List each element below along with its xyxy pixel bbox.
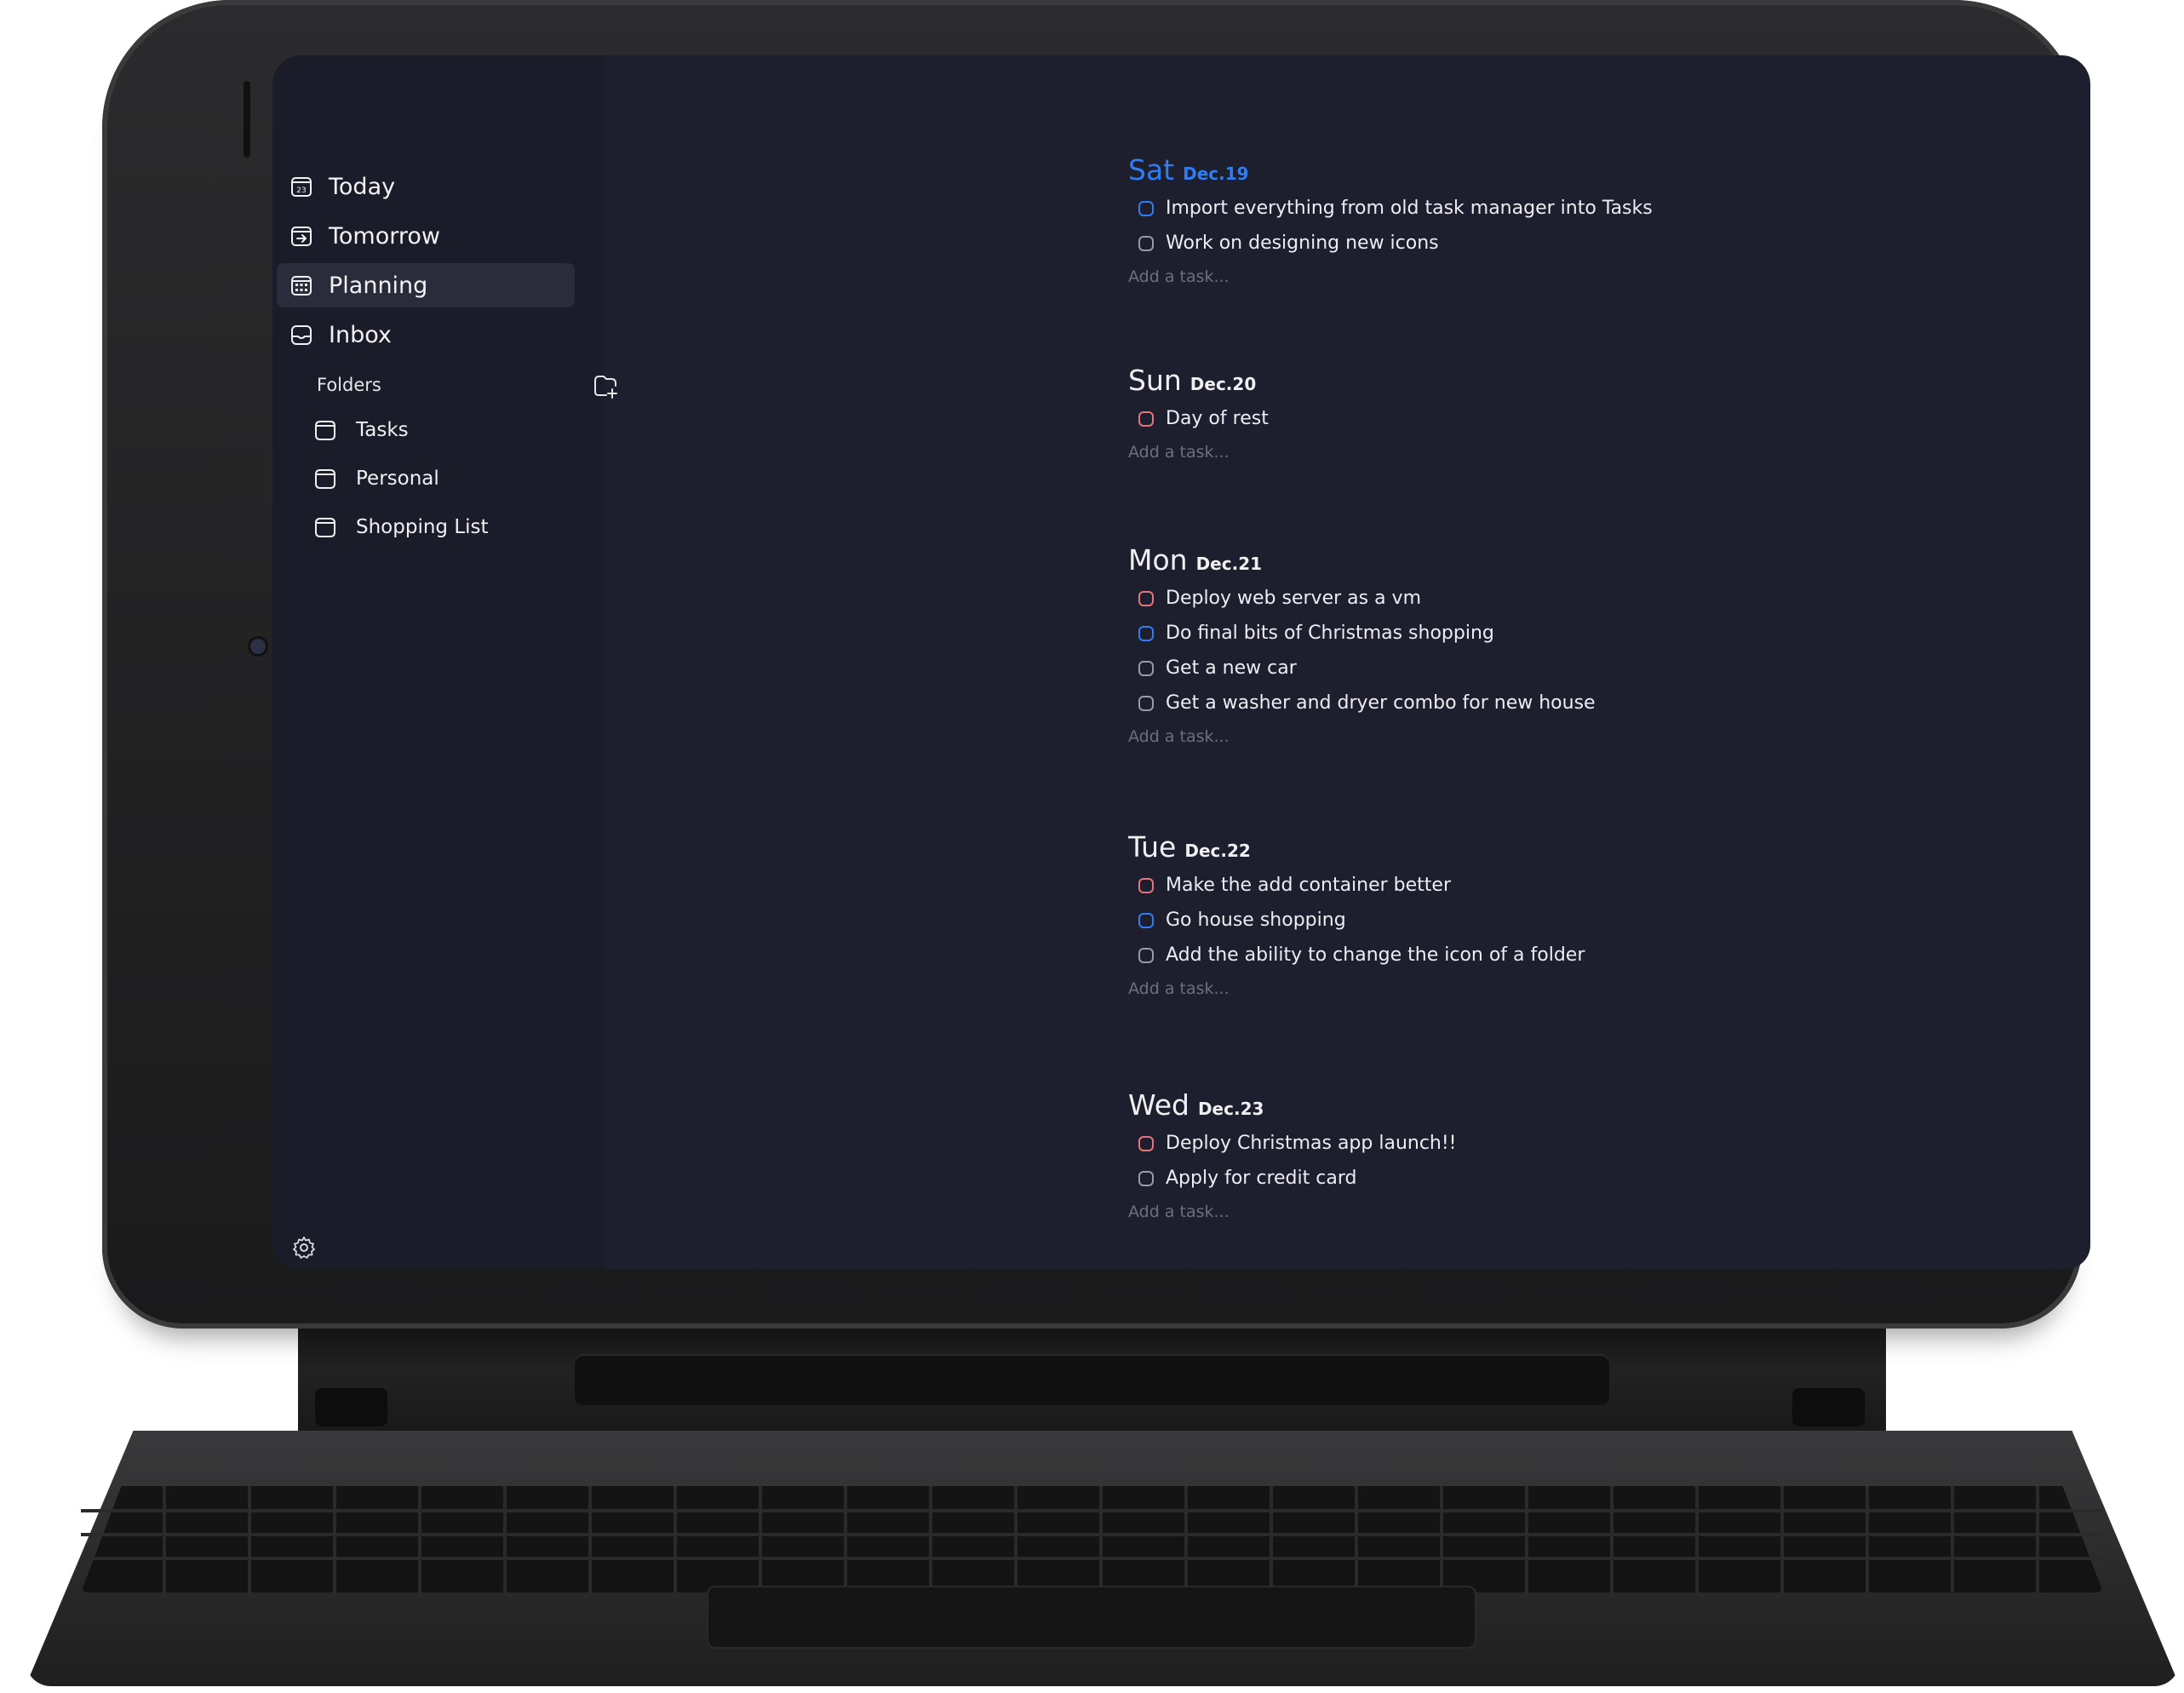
keyboard-keys (81, 1486, 2103, 1593)
tablet-side-button (244, 81, 250, 158)
task-checkbox[interactable] (1138, 1170, 1154, 1186)
task-row[interactable]: Deploy Christmas app launch!! (1128, 1126, 1457, 1161)
task-text: Get a new car (1166, 657, 1297, 679)
task-row[interactable]: Day of rest (1128, 401, 1269, 436)
settings-gear-icon[interactable] (291, 1235, 317, 1260)
tablet-frame: 23 Today Tomorrow Planning Inbox Folders… (102, 0, 2090, 1329)
task-checkbox[interactable] (1138, 625, 1154, 641)
day-name: Wed (1128, 1088, 1189, 1122)
task-checkbox[interactable] (1138, 590, 1154, 606)
task-row[interactable]: Go house shopping (1128, 903, 1585, 938)
day-date: Dec.21 (1195, 554, 1263, 574)
day-section-sat: Sat Dec.19 Import everything from old ta… (1128, 153, 1653, 293)
add-task-input[interactable]: Add a task... (1128, 973, 1585, 1005)
nav-planning[interactable]: Planning (277, 263, 575, 307)
day-date: Dec.20 (1189, 374, 1257, 394)
task-row[interactable]: Get a washer and dryer combo for new hou… (1128, 686, 1596, 720)
task-checkbox[interactable] (1138, 1135, 1154, 1151)
task-checkbox[interactable] (1138, 660, 1154, 676)
task-text: Apply for credit card (1166, 1168, 1357, 1189)
day-section-tue: Tue Dec.22 Make the add container better… (1128, 830, 1585, 1005)
planning-view: Sat Dec.19 Import everything from old ta… (605, 55, 2090, 1269)
folder-item-tasks[interactable]: Tasks (313, 411, 409, 449)
task-text: Deploy web server as a vm (1166, 588, 1422, 609)
front-camera (250, 639, 266, 654)
calendar-arrow-icon (291, 227, 312, 246)
task-row[interactable]: Apply for credit card (1128, 1161, 1457, 1196)
day-name: Sun (1128, 364, 1182, 397)
day-section-wed: Wed Dec.23 Deploy Christmas app launch!!… (1128, 1088, 1457, 1228)
folder-label-tasks: Tasks (356, 419, 409, 441)
day-header: Sat Dec.19 (1128, 153, 1653, 191)
task-text: Import everything from old task manager … (1166, 198, 1653, 219)
day-header: Wed Dec.23 (1128, 1088, 1457, 1126)
calendar-today-icon: 23 (291, 177, 312, 197)
folder-item-personal[interactable]: Personal (313, 460, 439, 497)
task-text: Deploy Christmas app launch!! (1166, 1133, 1457, 1154)
nav-label-planning: Planning (329, 272, 428, 299)
folder-label-personal: Personal (356, 468, 439, 490)
trackpad (707, 1586, 1476, 1649)
task-text: Add the ability to change the icon of a … (1166, 944, 1585, 966)
inbox-icon (291, 325, 312, 345)
nav-label-today: Today (329, 173, 396, 200)
sidebar: 23 Today Tomorrow Planning Inbox Folders… (272, 55, 617, 1269)
task-checkbox[interactable] (1138, 410, 1154, 427)
day-name: Mon (1128, 543, 1188, 577)
task-text: Make the add container better (1166, 875, 1452, 896)
nav-inbox[interactable]: Inbox (277, 313, 575, 357)
hinge-tab-left (315, 1388, 387, 1426)
day-header: Mon Dec.21 (1128, 543, 1596, 581)
folder-icon (315, 518, 335, 537)
day-header: Tue Dec.22 (1128, 830, 1585, 868)
day-date: Dec.22 (1184, 841, 1251, 861)
day-date: Dec.23 (1197, 1099, 1264, 1119)
task-checkbox[interactable] (1138, 235, 1154, 251)
day-header: Sun Dec.20 (1128, 364, 1269, 401)
task-row[interactable]: Make the add container better (1128, 868, 1585, 903)
calendar-grid-icon (291, 276, 312, 296)
key-row-divider (81, 1509, 2103, 1512)
task-row[interactable]: Get a new car (1128, 651, 1596, 686)
day-section-mon: Mon Dec.21 Deploy web server as a vm Do … (1128, 543, 1596, 753)
nav-label-inbox: Inbox (329, 321, 392, 348)
folder-label-shopping-list: Shopping List (356, 516, 489, 538)
add-task-input[interactable]: Add a task... (1128, 436, 1269, 468)
add-task-input[interactable]: Add a task... (1128, 261, 1653, 293)
folder-item-shopping-list[interactable]: Shopping List (313, 508, 489, 546)
task-checkbox[interactable] (1138, 947, 1154, 963)
task-text: Do final bits of Christmas shopping (1166, 623, 1494, 644)
day-name: Sat (1128, 153, 1175, 187)
folder-icon (315, 469, 335, 489)
task-checkbox[interactable] (1138, 695, 1154, 711)
key-row-divider (81, 1557, 2103, 1560)
task-row[interactable]: Deploy web server as a vm (1128, 581, 1596, 616)
task-text: Go house shopping (1166, 910, 1346, 931)
folder-icon (315, 421, 335, 440)
task-checkbox[interactable] (1138, 912, 1154, 928)
nav-today[interactable]: 23 Today (277, 164, 575, 209)
task-text: Day of rest (1166, 408, 1269, 429)
day-section-sun: Sun Dec.20 Day of rest Add a task... (1128, 364, 1269, 468)
key-row-divider (81, 1533, 2103, 1536)
day-date: Dec.19 (1183, 164, 1249, 184)
task-text: Work on designing new icons (1166, 232, 1439, 254)
folders-header: Folders (317, 375, 381, 395)
task-row[interactable]: Work on designing new icons (1128, 226, 1653, 261)
hinge-tab-right (1792, 1388, 1865, 1426)
add-task-input[interactable]: Add a task... (1128, 720, 1596, 753)
task-checkbox[interactable] (1138, 200, 1154, 216)
task-checkbox[interactable] (1138, 877, 1154, 893)
hinge-cylinder (575, 1354, 1609, 1405)
add-task-input[interactable]: Add a task... (1128, 1196, 1457, 1228)
app-screen: 23 Today Tomorrow Planning Inbox Folders… (272, 55, 2090, 1269)
task-row[interactable]: Import everything from old task manager … (1128, 191, 1653, 226)
task-row[interactable]: Do final bits of Christmas shopping (1128, 616, 1596, 651)
svg-text:23: 23 (296, 187, 306, 195)
task-text: Get a washer and dryer combo for new hou… (1166, 692, 1596, 714)
task-row[interactable]: Add the ability to change the icon of a … (1128, 938, 1585, 973)
nav-tomorrow[interactable]: Tomorrow (277, 214, 575, 258)
nav-label-tomorrow: Tomorrow (329, 222, 440, 250)
day-name: Tue (1128, 830, 1177, 864)
